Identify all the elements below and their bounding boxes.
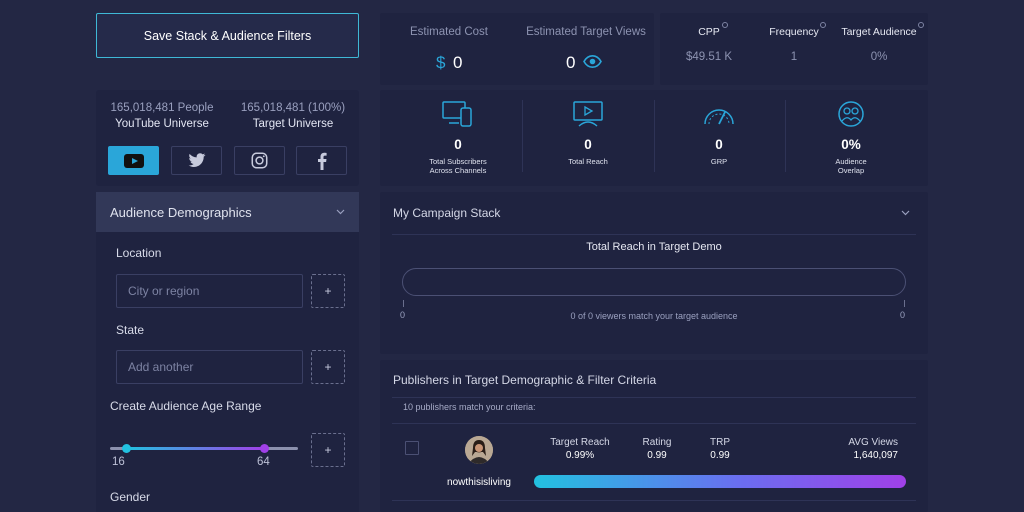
publishers-count: 10 publishers match your criteria: xyxy=(403,402,536,412)
age-min-handle[interactable] xyxy=(122,444,132,453)
cpp-value: $49.51 K xyxy=(685,51,733,63)
kpi-value: 0 xyxy=(584,137,592,152)
divider xyxy=(392,500,916,501)
frequency-title: Frequency xyxy=(769,26,819,38)
audience-demographics-header[interactable]: Audience Demographics xyxy=(96,192,359,232)
divider xyxy=(392,234,916,235)
kpi-audience-overlap: 0% Audience Overlap xyxy=(786,100,916,175)
kpi-value: 0 xyxy=(715,137,723,152)
target-audience-info-icon[interactable] xyxy=(918,22,924,28)
state-input[interactable] xyxy=(116,350,303,384)
twitter-icon xyxy=(188,153,205,167)
chevron-down-icon[interactable] xyxy=(901,210,910,216)
chevron-down-icon xyxy=(336,209,345,215)
reach-tick-max xyxy=(904,300,905,307)
reach-screen-icon xyxy=(573,101,603,127)
devices-icon xyxy=(442,101,472,127)
age-range-slider[interactable] xyxy=(110,442,298,454)
age-slider-fill xyxy=(126,447,265,450)
kpi-label: Total Reach xyxy=(523,157,653,166)
cpp-title: CPP xyxy=(698,26,720,38)
kpi-total-reach: 0 Total Reach xyxy=(523,100,653,166)
col-trp: TRP xyxy=(710,437,730,448)
kpi-label-line: Across Channels xyxy=(429,166,487,175)
youtube-icon xyxy=(123,153,144,168)
audience-demographics-title: Audience Demographics xyxy=(110,204,252,220)
col-avg-views: AVG Views xyxy=(848,437,898,448)
col-rating: Rating xyxy=(642,437,672,448)
publisher-checkbox[interactable] xyxy=(405,441,419,455)
age-max-handle[interactable] xyxy=(259,444,269,453)
audience-overlap-icon xyxy=(838,101,864,127)
reach-caption: 0 of 0 viewers match your target audienc… xyxy=(570,311,738,321)
kpi-value: 0% xyxy=(841,137,861,152)
target-reach-value: 0.99% xyxy=(565,450,595,461)
youtube-filter-button[interactable] xyxy=(108,146,159,175)
target-universe: 165,018,481 (100%) Target Universe xyxy=(233,102,353,130)
twitter-filter-button[interactable] xyxy=(171,146,222,175)
kpi-label-line: GRP xyxy=(710,157,728,166)
kpi-total-subscribers: 0 Total Subscribers Across Channels xyxy=(393,100,523,175)
reach-demo-title: Total Reach in Target Demo xyxy=(586,241,722,253)
instagram-icon xyxy=(251,152,268,169)
age-range-label: Create Audience Age Range xyxy=(110,399,262,413)
estimated-views-value: 0 xyxy=(566,53,576,72)
gender-label: Gender xyxy=(110,490,151,504)
kpi-label-line: Audience xyxy=(835,157,867,166)
campaign-stack-title: My Campaign Stack xyxy=(393,206,501,220)
publisher-reach-bar xyxy=(534,475,906,488)
publishers-title: Publishers in Target Demographic & Filte… xyxy=(393,373,657,387)
target-universe-count: 165,018,481 (100%) xyxy=(240,102,346,114)
rating-value: 0.99 xyxy=(647,450,667,461)
avatar xyxy=(465,436,493,464)
kpi-grp: 0 GRP xyxy=(654,100,784,166)
youtube-universe: 165,018,481 People YouTube Universe xyxy=(102,102,222,130)
age-max-value: 64 xyxy=(257,456,270,468)
location-input[interactable] xyxy=(116,274,303,308)
youtube-universe-count: 165,018,481 People xyxy=(110,102,214,114)
trp-value: 0.99 xyxy=(710,450,730,461)
estimated-views-title: Estimated Target Views xyxy=(526,26,646,38)
youtube-universe-label: YouTube Universe xyxy=(115,118,209,130)
estimates-card: Estimated Cost $ 0 Estimated Target View… xyxy=(380,13,654,85)
universe-panel: 165,018,481 People YouTube Universe 165,… xyxy=(96,90,359,186)
kpi-label: Audience Overlap xyxy=(786,157,916,175)
reach-progress-bar xyxy=(402,268,906,296)
instagram-filter-button[interactable] xyxy=(234,146,285,175)
add-location-button[interactable]: + xyxy=(311,274,345,308)
gauge-icon xyxy=(704,109,734,125)
divider xyxy=(392,423,916,424)
eye-icon xyxy=(583,55,602,68)
divider xyxy=(392,397,916,398)
kpi-value: 0 xyxy=(454,137,462,152)
kpi-label-line: Total Subscribers xyxy=(429,157,487,166)
metrics-card: CPP $49.51 K Frequency 1 Target Audience… xyxy=(660,13,928,85)
kpi-label: Total Subscribers Across Channels xyxy=(393,157,523,175)
audience-demographics-panel: Audience Demographics Location + State +… xyxy=(96,192,359,512)
reach-tick-min xyxy=(403,300,404,307)
kpi-label-line: Total Reach xyxy=(568,157,608,166)
col-target-reach: Target Reach xyxy=(550,437,610,448)
estimated-cost-title: Estimated Cost xyxy=(410,26,488,38)
avg-views-value: 1,640,097 xyxy=(853,450,899,461)
kpi-label: GRP xyxy=(654,157,784,166)
add-state-button[interactable]: + xyxy=(311,350,345,384)
state-label: State xyxy=(116,323,145,337)
frequency-info-icon[interactable] xyxy=(820,22,826,28)
target-universe-label: Target Universe xyxy=(252,118,334,130)
kpi-label-line: Overlap xyxy=(837,166,865,175)
location-label: Location xyxy=(116,246,162,260)
publisher-name[interactable]: nowthisisliving xyxy=(444,477,514,488)
estimated-cost-value: 0 xyxy=(453,53,463,72)
cpp-info-icon[interactable] xyxy=(722,22,728,28)
frequency-value: 1 xyxy=(790,51,798,63)
dollar-icon: $ xyxy=(436,53,446,72)
facebook-filter-button[interactable] xyxy=(296,146,347,175)
age-min-value: 16 xyxy=(112,456,125,468)
save-stack-button[interactable]: Save Stack & Audience Filters xyxy=(96,13,359,58)
target-audience-value: 0% xyxy=(870,51,888,63)
facebook-icon xyxy=(317,152,327,170)
add-age-range-button[interactable]: + xyxy=(311,433,345,467)
target-audience-title: Target Audience xyxy=(841,26,917,38)
